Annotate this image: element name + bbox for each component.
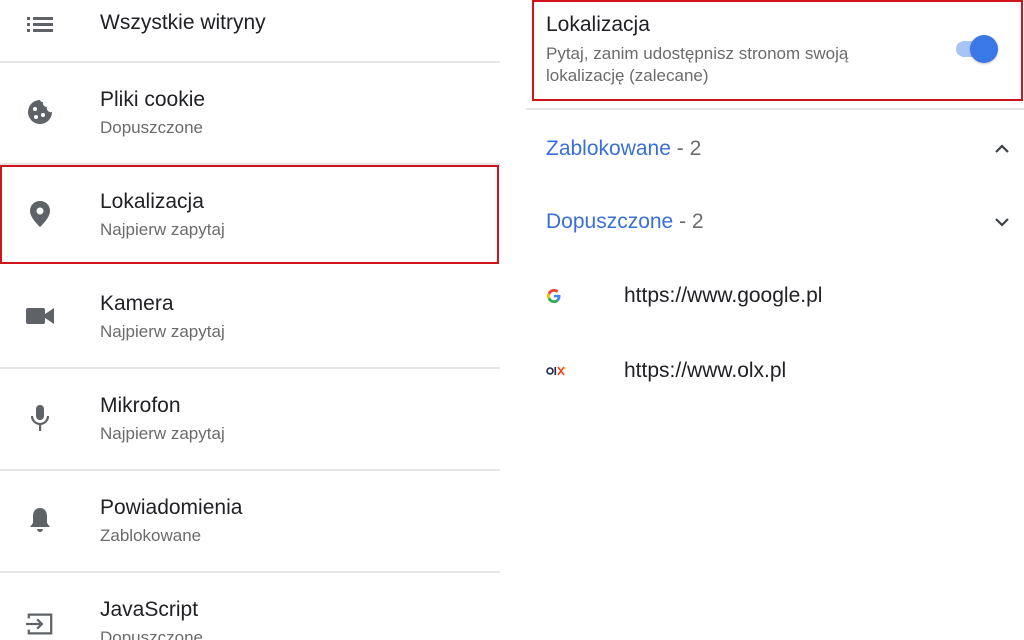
settings-item-subtitle: Dopuszczone: [100, 118, 204, 137]
divider: [526, 108, 1024, 110]
settings-item-title: Pliki cookie: [100, 88, 206, 111]
settings-item-location[interactable]: Lokalizacja Najpierw zapytaj: [0, 164, 500, 264]
section-name: Zablokowane: [546, 137, 671, 160]
section-blocked-label: Zablokowane - 2: [546, 137, 701, 161]
camera-icon: [26, 302, 54, 330]
settings-item-cookies[interactable]: Pliki cookie Dopuszczone: [0, 62, 500, 162]
settings-item-title: Kamera: [100, 292, 174, 315]
settings-item-notifications[interactable]: Powiadomienia Zablokowane: [0, 470, 500, 570]
list-icon: [26, 10, 54, 38]
chevron-down-icon[interactable]: [992, 212, 1012, 232]
settings-item-subtitle: Najpierw zapytaj: [100, 220, 225, 239]
bell-icon: [26, 506, 54, 534]
site-row-olx[interactable]: https://www.olx.pl: [546, 349, 1006, 393]
cookie-icon: [26, 98, 54, 126]
location-setting-title: Lokalizacja: [546, 13, 650, 36]
settings-item-title: Lokalizacja: [100, 190, 204, 213]
settings-item-camera[interactable]: Kamera Najpierw zapytaj: [0, 266, 500, 366]
location-pin-icon: [26, 200, 54, 228]
settings-item-title: Mikrofon: [100, 394, 181, 417]
site-settings-list: Wszystkie witryny Pliki cookie Dopuszczo…: [0, 0, 500, 640]
site-url: https://www.google.pl: [624, 284, 823, 307]
section-count: - 2: [670, 137, 702, 160]
javascript-icon: [26, 610, 54, 638]
location-settings-panel: Lokalizacja Pytaj, zanim udostępnisz str…: [526, 0, 1024, 640]
olx-favicon: [546, 361, 570, 381]
microphone-icon: [26, 404, 54, 432]
settings-item-subtitle: Najpierw zapytaj: [100, 322, 225, 341]
site-settings-screen: Wszystkie witryny Pliki cookie Dopuszczo…: [0, 0, 1024, 640]
site-url: https://www.olx.pl: [624, 359, 787, 382]
settings-item-title: JavaScript: [100, 598, 199, 621]
section-allowed-label: Dopuszczone - 2: [546, 210, 704, 234]
settings-item-subtitle: Dopuszczone: [100, 628, 204, 640]
settings-item-title: Wszystkie witryny: [100, 11, 266, 34]
settings-item-subtitle: Najpierw zapytaj: [100, 424, 225, 443]
site-row-google[interactable]: https://www.google.pl: [546, 274, 1006, 318]
section-name: Dopuszczone: [546, 210, 674, 233]
section-allowed[interactable]: Dopuszczone - 2: [546, 202, 1009, 242]
settings-item-subtitle: Zablokowane: [100, 526, 202, 545]
location-setting-row[interactable]: Lokalizacja Pytaj, zanim udostępnisz str…: [532, 0, 1022, 100]
settings-item-javascript[interactable]: JavaScript Dopuszczone: [0, 572, 500, 640]
section-count: - 2: [673, 210, 704, 233]
settings-item-microphone[interactable]: Mikrofon Najpierw zapytaj: [0, 368, 500, 468]
location-setting-description: Pytaj, zanim udostępnisz stronom swoją l…: [546, 44, 849, 85]
toggle-knob: [970, 35, 998, 63]
location-toggle[interactable]: [952, 35, 998, 63]
settings-item-title: Powiadomienia: [100, 496, 243, 519]
chevron-up-icon[interactable]: [992, 139, 1012, 159]
google-favicon: [546, 286, 570, 306]
section-blocked[interactable]: Zablokowane - 2: [546, 129, 1009, 169]
